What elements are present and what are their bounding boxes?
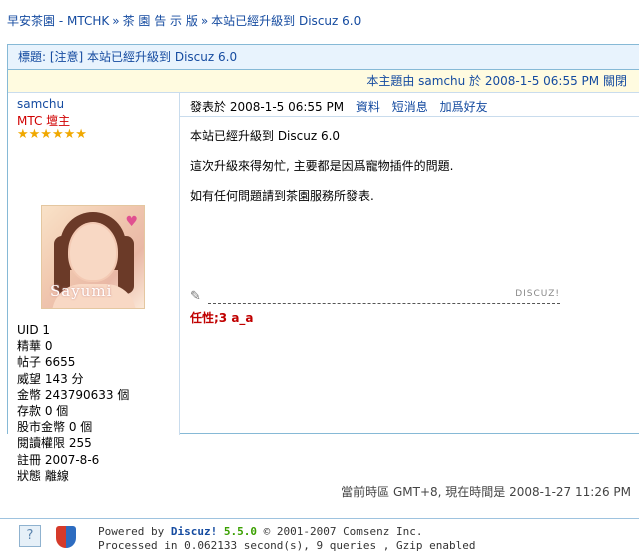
pencil-icon: ✎: [190, 289, 201, 304]
post-paragraph: 如有任何問題請到茶園服務所發表.: [190, 189, 374, 203]
post-body: 本站已經升級到 Discuz 6.0 這次升級來得匆忙, 主要都是因爲寵物插件的…: [190, 128, 453, 218]
help-icon[interactable]: ?: [19, 525, 41, 547]
breadcrumb-separator: »: [200, 14, 209, 28]
thread-info-bar: 本主題由 samchu 於 2008-1-5 06:55 PM 關閉: [8, 70, 639, 93]
discuz-brand-link[interactable]: Discuz!: [171, 525, 217, 538]
signature-divider: DISCUZ!: [208, 289, 560, 304]
post-content-panel: 發表於 2008-1-5 06:55 PM 資料 短消息 加爲好友 本站已經升級…: [180, 93, 639, 435]
stat-coins: 金幣 243790633 個: [17, 387, 130, 402]
thread-title: 標題: [注意] 本站已經升級到 Discuz 6.0: [8, 45, 639, 70]
copyright-text: © 2001-2007 Comsenz Inc.: [263, 525, 423, 538]
post: samchu MTC 壇主 ★★★★★★ ♥ Sayumi UID 1 精華 0…: [8, 93, 639, 483]
signature-brand: DISCUZ!: [515, 289, 560, 299]
thread-container: 標題: [注意] 本站已經升級到 Discuz 6.0 本主題由 samchu …: [7, 44, 639, 483]
breadcrumb-current: 本站已經升級到 Discuz 6.0: [211, 14, 362, 28]
powered-by-label: Powered by: [98, 525, 165, 538]
breadcrumb-forum-link[interactable]: 茶 園 告 示 版: [123, 14, 198, 28]
heart-decoration-icon: ♥: [125, 214, 138, 230]
author-panel: samchu MTC 壇主 ★★★★★★ ♥ Sayumi UID 1 精華 0…: [8, 93, 180, 483]
profile-link[interactable]: 資料: [356, 100, 380, 114]
rank-stars-icon: ★★★★★★: [17, 127, 87, 142]
post-paragraph: 本站已經升級到 Discuz 6.0: [190, 129, 341, 143]
breadcrumb-home-link[interactable]: 早安茶園 - MTCHK: [7, 14, 109, 28]
stat-prestige: 威望 143 分: [17, 371, 84, 386]
processed-info: Processed in 0.062133 second(s), 9 queri…: [98, 539, 476, 552]
footer-credits: Powered by Discuz! 5.5.0 © 2001-2007 Com…: [98, 525, 476, 553]
breadcrumb-separator: »: [112, 14, 120, 28]
footer-divider: [0, 518, 639, 519]
author-stats: UID 1 精華 0 帖子 6655 威望 143 分 金幣 243790633…: [17, 322, 129, 484]
shield-icon[interactable]: [56, 526, 76, 548]
breadcrumb: 早安茶園 - MTCHK» 茶 園 告 示 版» 本站已經升級到 Discuz 6.…: [7, 12, 361, 29]
post-paragraph: 這次升級來得匆忙, 主要都是因爲寵物插件的問題.: [190, 159, 454, 173]
author-name[interactable]: samchu: [17, 97, 64, 111]
discuz-version: 5.5.0: [223, 525, 257, 538]
timezone-info: 當前時區 GMT+8, 現在時間是 2008-1-27 11:26 PM: [341, 485, 631, 499]
thread-action-link[interactable]: 關閉: [603, 74, 627, 88]
add-friend-link[interactable]: 加爲好友: [440, 100, 488, 114]
divider: [180, 116, 639, 117]
stat-read-permission: 閱讀權限 255: [17, 436, 92, 451]
avatar-signature: Sayumi: [50, 282, 113, 300]
stat-posts: 帖子 6655: [17, 355, 76, 370]
signature-area: ✎ DISCUZ! 任性;3 a_a: [190, 289, 560, 325]
stat-registered: 註冊 2007-8-6: [17, 452, 100, 467]
send-message-link[interactable]: 短消息: [392, 100, 428, 114]
post-timestamp: 發表於 2008-1-5 06:55 PM: [190, 100, 345, 114]
stat-stock-coins: 股市金幣 0 個: [17, 420, 93, 435]
signature-text: 任性;3 a_a: [190, 311, 254, 325]
thread-info-text: 本主題由 samchu 於 2008-1-5 06:55 PM: [366, 74, 600, 88]
avatar: ♥ Sayumi: [41, 205, 145, 309]
stat-uid: UID 1: [17, 323, 51, 337]
stat-deposit: 存款 0 個: [17, 404, 69, 419]
stat-digest: 精華 0: [17, 339, 53, 354]
stat-status: 狀態 離線: [17, 468, 69, 483]
post-meta: 發表於 2008-1-5 06:55 PM 資料 短消息 加爲好友: [190, 98, 488, 115]
